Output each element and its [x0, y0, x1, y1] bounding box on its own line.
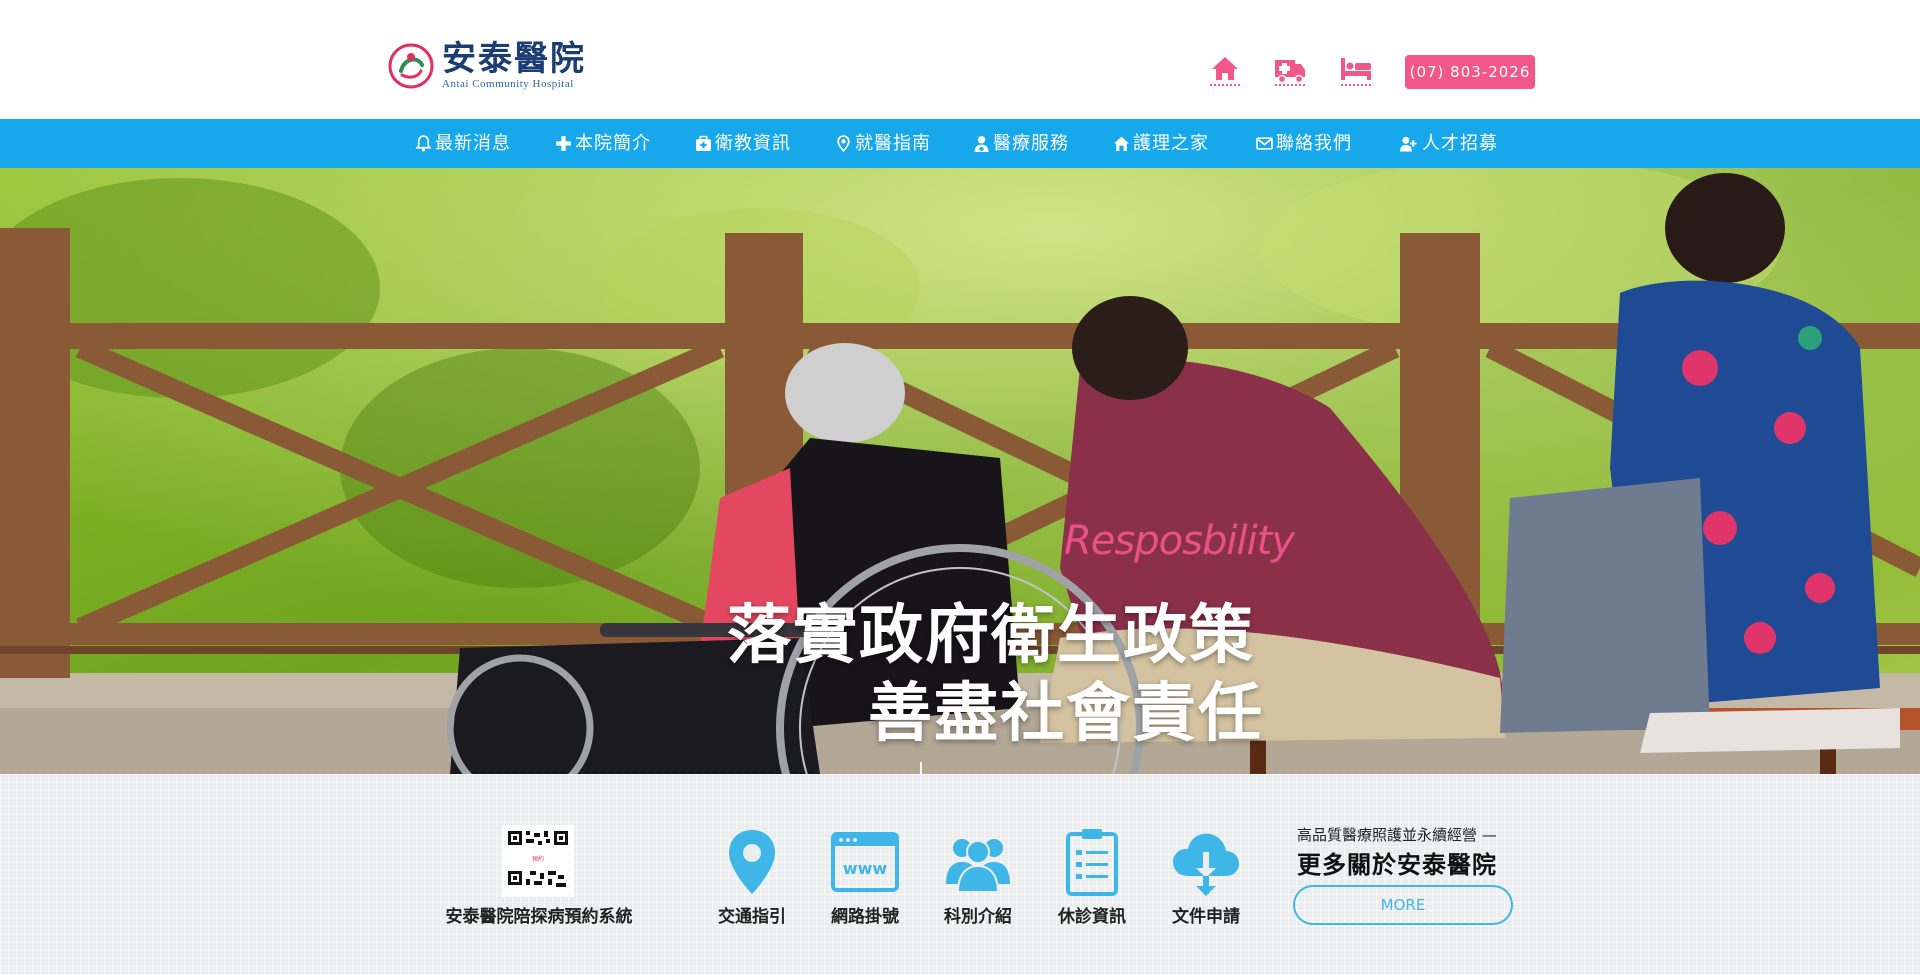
hero-subtitle: Resposbility: [1064, 518, 1295, 564]
envelope-icon: [1256, 137, 1273, 150]
nav-label: 衛教資訊: [715, 133, 791, 154]
nav-label: 最新消息: [435, 133, 511, 154]
svg-text:預約: 預約: [532, 855, 544, 863]
service-online-registration[interactable]: www 網路掛號: [820, 826, 910, 927]
more-tagline: 高品質醫療照護並永續經營 —: [1297, 826, 1497, 844]
plus-icon: [556, 136, 571, 151]
service-clinic-closure-info[interactable]: 休診資訊: [1047, 826, 1137, 927]
main-navigation: 最新消息 本院簡介 衛教資訊 就醫指南 醫療服務 護理之家 聯絡我們 人才招募: [0, 119, 1920, 168]
qr-code[interactable]: 預約: [502, 825, 574, 897]
ambulance-icon[interactable]: [1273, 52, 1307, 86]
phone-number-button[interactable]: (07) 803-2026: [1405, 55, 1535, 89]
nav-label: 護理之家: [1133, 133, 1209, 154]
map-pin-icon: [729, 830, 775, 894]
service-label: 科別介紹: [944, 907, 1012, 927]
home-icon: [1114, 136, 1129, 151]
doctor-icon: [974, 136, 989, 152]
visitor-booking-label[interactable]: 安泰醫院陪探病預約系統: [436, 902, 642, 927]
nav-item-recruitment[interactable]: 人才招募: [1397, 119, 1498, 168]
nav-item-news[interactable]: 最新消息: [415, 119, 511, 168]
nav-item-about[interactable]: 本院簡介: [555, 119, 651, 168]
nav-label: 本院簡介: [575, 133, 651, 154]
more-about-title: 更多關於安泰醫院: [1297, 851, 1497, 879]
service-document-application[interactable]: 文件申請: [1161, 826, 1251, 927]
qr-code-icon: 預約: [502, 825, 574, 897]
service-label: 休診資訊: [1058, 907, 1126, 927]
logo-mark-icon: [388, 43, 434, 89]
nav-label: 就醫指南: [855, 133, 931, 154]
nav-label: 醫療服務: [993, 133, 1069, 154]
nav-item-nursing-home[interactable]: 護理之家: [1113, 119, 1209, 168]
service-label: 網路掛號: [831, 907, 899, 927]
service-departments[interactable]: 科別介紹: [933, 826, 1023, 927]
service-label: 交通指引: [718, 907, 786, 927]
service-label: 文件申請: [1172, 907, 1240, 927]
bell-icon: [415, 135, 432, 152]
users-icon: [946, 839, 1010, 893]
clipboard-icon: [1066, 829, 1118, 896]
www-icon: www: [831, 832, 899, 892]
site-header: 安泰醫院 Antai Community Hospital (07) 803-2…: [0, 0, 1920, 119]
logo-english-name: Antai Community Hospital: [442, 78, 574, 90]
bed-icon[interactable]: [1339, 52, 1373, 86]
logo-chinese-name: 安泰醫院: [442, 39, 586, 79]
map-pin-icon: [837, 135, 850, 152]
service-traffic-guide[interactable]: 交通指引: [707, 826, 797, 927]
home-icon[interactable]: [1208, 52, 1242, 86]
nav-label: 人才招募: [1422, 133, 1498, 154]
user-plus-icon: [1400, 136, 1417, 152]
medkit-icon: [696, 135, 711, 151]
nav-label: 聯絡我們: [1276, 133, 1352, 154]
nav-item-contact[interactable]: 聯絡我們: [1256, 119, 1352, 168]
more-button[interactable]: MORE: [1293, 885, 1513, 925]
hero-banner: Resposbility 落實政府衛生政策 善盡社會責任: [0, 168, 1920, 774]
nav-item-medical-guide[interactable]: 就醫指南: [835, 119, 931, 168]
nav-item-health-education[interactable]: 衛教資訊: [695, 119, 791, 168]
cloud-download-icon: [1173, 833, 1239, 896]
svg-text:www: www: [843, 859, 888, 878]
nav-item-medical-services[interactable]: 醫療服務: [973, 119, 1069, 168]
slider-indicator: [920, 762, 922, 774]
hero-headline-line2: 善盡社會責任: [868, 677, 1264, 751]
hospital-logo[interactable]: 安泰醫院 Antai Community Hospital: [388, 38, 586, 94]
